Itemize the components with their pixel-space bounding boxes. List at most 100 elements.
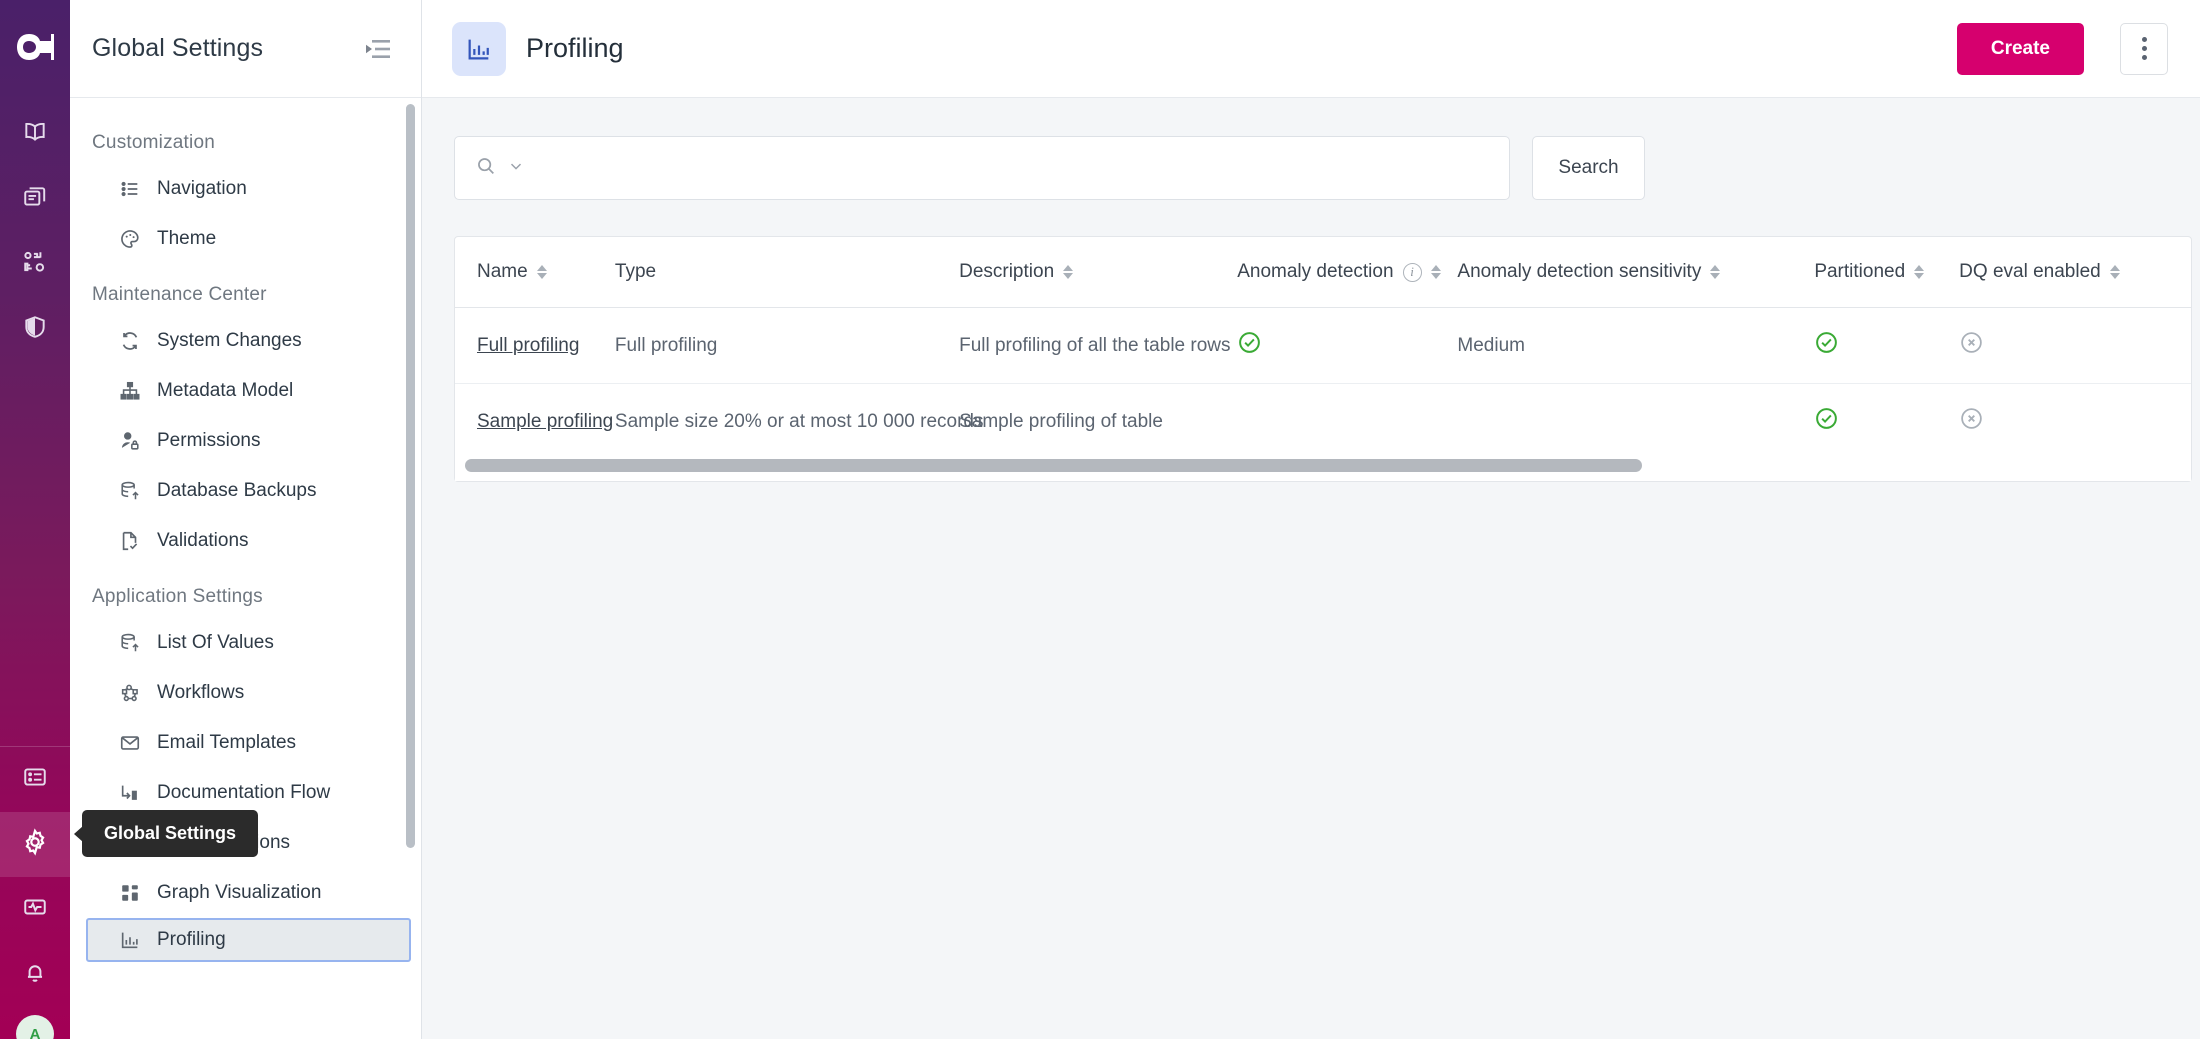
table-row[interactable]: Full profiling Full profiling Full profi…	[455, 307, 2191, 384]
column-label: Type	[614, 261, 657, 282]
sidebar-item-label: Email Templates	[157, 732, 297, 753]
cell-partitioned	[1814, 307, 1960, 384]
bar-chart-icon	[452, 21, 506, 76]
sidebar-item-label: Documentation Flow	[157, 782, 331, 803]
sidebar-item-permissions[interactable]: Permissions	[92, 416, 407, 466]
sidebar-item-graph-visualization[interactable]: Graph Visualization	[92, 868, 407, 918]
kebab-dot	[2141, 55, 2147, 60]
collapse-panel-icon[interactable]	[363, 34, 393, 64]
rail-item-tasks[interactable]	[0, 747, 70, 812]
rail-item-global-settings[interactable]	[0, 812, 70, 877]
sort-toggle-icon[interactable]	[1914, 265, 1925, 279]
sidebar-item-profiling[interactable]: Profiling	[86, 918, 411, 962]
cell-description: Full profiling of all the table rows	[959, 307, 1238, 384]
rail-item-governance[interactable]	[0, 297, 70, 362]
rail-item-data-quality[interactable]	[0, 232, 70, 297]
sidebar-item-system-changes[interactable]: System Changes	[92, 316, 407, 366]
search-box[interactable]	[454, 136, 1510, 200]
rail-item-notifications[interactable]	[0, 942, 70, 1007]
column-label: Anomaly detection	[1237, 261, 1394, 282]
cell-dq-eval-enabled	[1959, 307, 2191, 384]
mail-icon	[118, 731, 142, 755]
sidebar-item-label: Navigation	[157, 178, 247, 199]
row-name-link[interactable]: Full profiling	[477, 335, 579, 356]
sidebar-group-maintenance-center: Maintenance Center	[92, 284, 267, 305]
profiling-table-card: Name Type Description Anomaly detection …	[454, 236, 2192, 482]
row-name-link[interactable]: Sample profiling	[477, 411, 613, 432]
column-header-description[interactable]: Description	[959, 237, 1238, 308]
sidebar-item-theme[interactable]: Theme	[92, 214, 407, 264]
workflow-icon	[118, 681, 142, 705]
cell-type: Full profiling	[614, 307, 960, 384]
cell-type: Sample size 20% or at most 10 000 record…	[614, 410, 984, 432]
sidebar-scrollbar[interactable]	[406, 104, 415, 1039]
sidebar-item-label: Workflows	[157, 682, 245, 703]
chevron-down-icon[interactable]	[507, 157, 525, 180]
table-scroll-area	[455, 459, 2191, 481]
cell-description: Sample profiling of table	[959, 410, 1163, 432]
book-icon	[22, 119, 48, 150]
column-header-dq-eval-enabled[interactable]: DQ eval enabled	[1959, 237, 2191, 308]
palette-icon	[118, 227, 142, 251]
sort-toggle-icon[interactable]	[1063, 265, 1074, 279]
column-label: Description	[959, 261, 1055, 282]
check-circle-icon	[1814, 330, 1839, 361]
table-row[interactable]: Sample profiling Sample size 20% or at m…	[455, 384, 2191, 460]
global-settings-tooltip: Global Settings	[82, 810, 259, 857]
sidebar-item-label: Validations	[157, 530, 249, 551]
cell-name[interactable]: Full profiling	[455, 307, 615, 384]
sidebar-item-email-templates[interactable]: Email Templates	[92, 718, 407, 768]
sidebar-item-label: Theme	[157, 228, 217, 249]
check-circle-icon	[1237, 330, 1262, 361]
sidebar-group-customization: Customization	[92, 132, 215, 153]
page-content: Search Name Type Description Anomaly det…	[422, 98, 2200, 1039]
sidebar-item-workflows[interactable]: Workflows	[92, 668, 407, 718]
sidebar-item-validations[interactable]: Validations	[92, 516, 407, 566]
main-area: Profiling Create Search Name Type Descri…	[422, 0, 2200, 1039]
rail-item-knowledge-catalog[interactable]	[0, 102, 70, 167]
more-options-button[interactable]	[2120, 22, 2168, 75]
column-header-type[interactable]: Type	[614, 237, 960, 308]
search-button[interactable]: Search	[1532, 136, 1645, 200]
sort-toggle-icon[interactable]	[1430, 265, 1441, 279]
folders-icon	[22, 184, 48, 215]
sidebar-item-database-backups[interactable]: Database Backups	[92, 466, 407, 516]
column-label: Anomaly detection sensitivity	[1457, 261, 1702, 282]
rail-item-data-sources[interactable]	[0, 167, 70, 232]
sidebar-item-metadata-model[interactable]: Metadata Model	[92, 366, 407, 416]
create-button[interactable]: Create	[1956, 22, 2084, 75]
sidebar-item-navigation[interactable]: Navigation	[92, 164, 407, 214]
database-upload-icon	[118, 631, 142, 655]
sidebar-item-label: Profiling	[157, 929, 226, 950]
ataccama-logo[interactable]	[14, 26, 56, 68]
horizontal-scrollbar[interactable]	[465, 459, 1642, 472]
info-icon[interactable]: i	[1402, 262, 1422, 282]
sort-toggle-icon[interactable]	[536, 265, 547, 279]
sort-toggle-icon[interactable]	[2109, 265, 2120, 279]
sidebar-title: Global Settings	[92, 34, 264, 62]
column-header-partitioned[interactable]: Partitioned	[1814, 237, 1960, 308]
list-card-icon	[22, 764, 48, 795]
rail-item-monitoring[interactable]	[0, 877, 70, 942]
database-upload-icon	[118, 479, 142, 503]
search-input[interactable]	[535, 157, 1489, 179]
avatar[interactable]: A	[16, 1015, 54, 1039]
grid-squares-icon	[118, 881, 142, 905]
bell-icon	[22, 959, 48, 990]
column-header-name[interactable]: Name	[455, 237, 615, 308]
column-label: Name	[477, 261, 528, 282]
column-label: Partitioned	[1814, 261, 1906, 282]
sort-toggle-icon[interactable]	[1710, 265, 1721, 279]
cell-anomaly-detection-sensitivity: Medium	[1457, 307, 1815, 384]
sidebar-item-list-of-values[interactable]: List Of Values	[92, 618, 407, 668]
sidebar-group-application-settings: Application Settings	[92, 586, 263, 607]
cell-name[interactable]: Sample profiling	[455, 384, 615, 460]
search-icon	[475, 155, 497, 182]
sidebar-scroll-area: Customization Navigation Theme Maintenan…	[70, 98, 421, 1039]
x-circle-icon	[1959, 330, 1984, 361]
search-row: Search	[454, 136, 2182, 200]
column-header-anomaly-detection-sensitivity[interactable]: Anomaly detection sensitivity	[1457, 237, 1815, 308]
column-header-anomaly-detection[interactable]: Anomaly detection i	[1237, 237, 1458, 308]
sidebar-scrollbar-thumb[interactable]	[406, 104, 415, 848]
cell-anomaly-detection	[1237, 384, 1457, 460]
